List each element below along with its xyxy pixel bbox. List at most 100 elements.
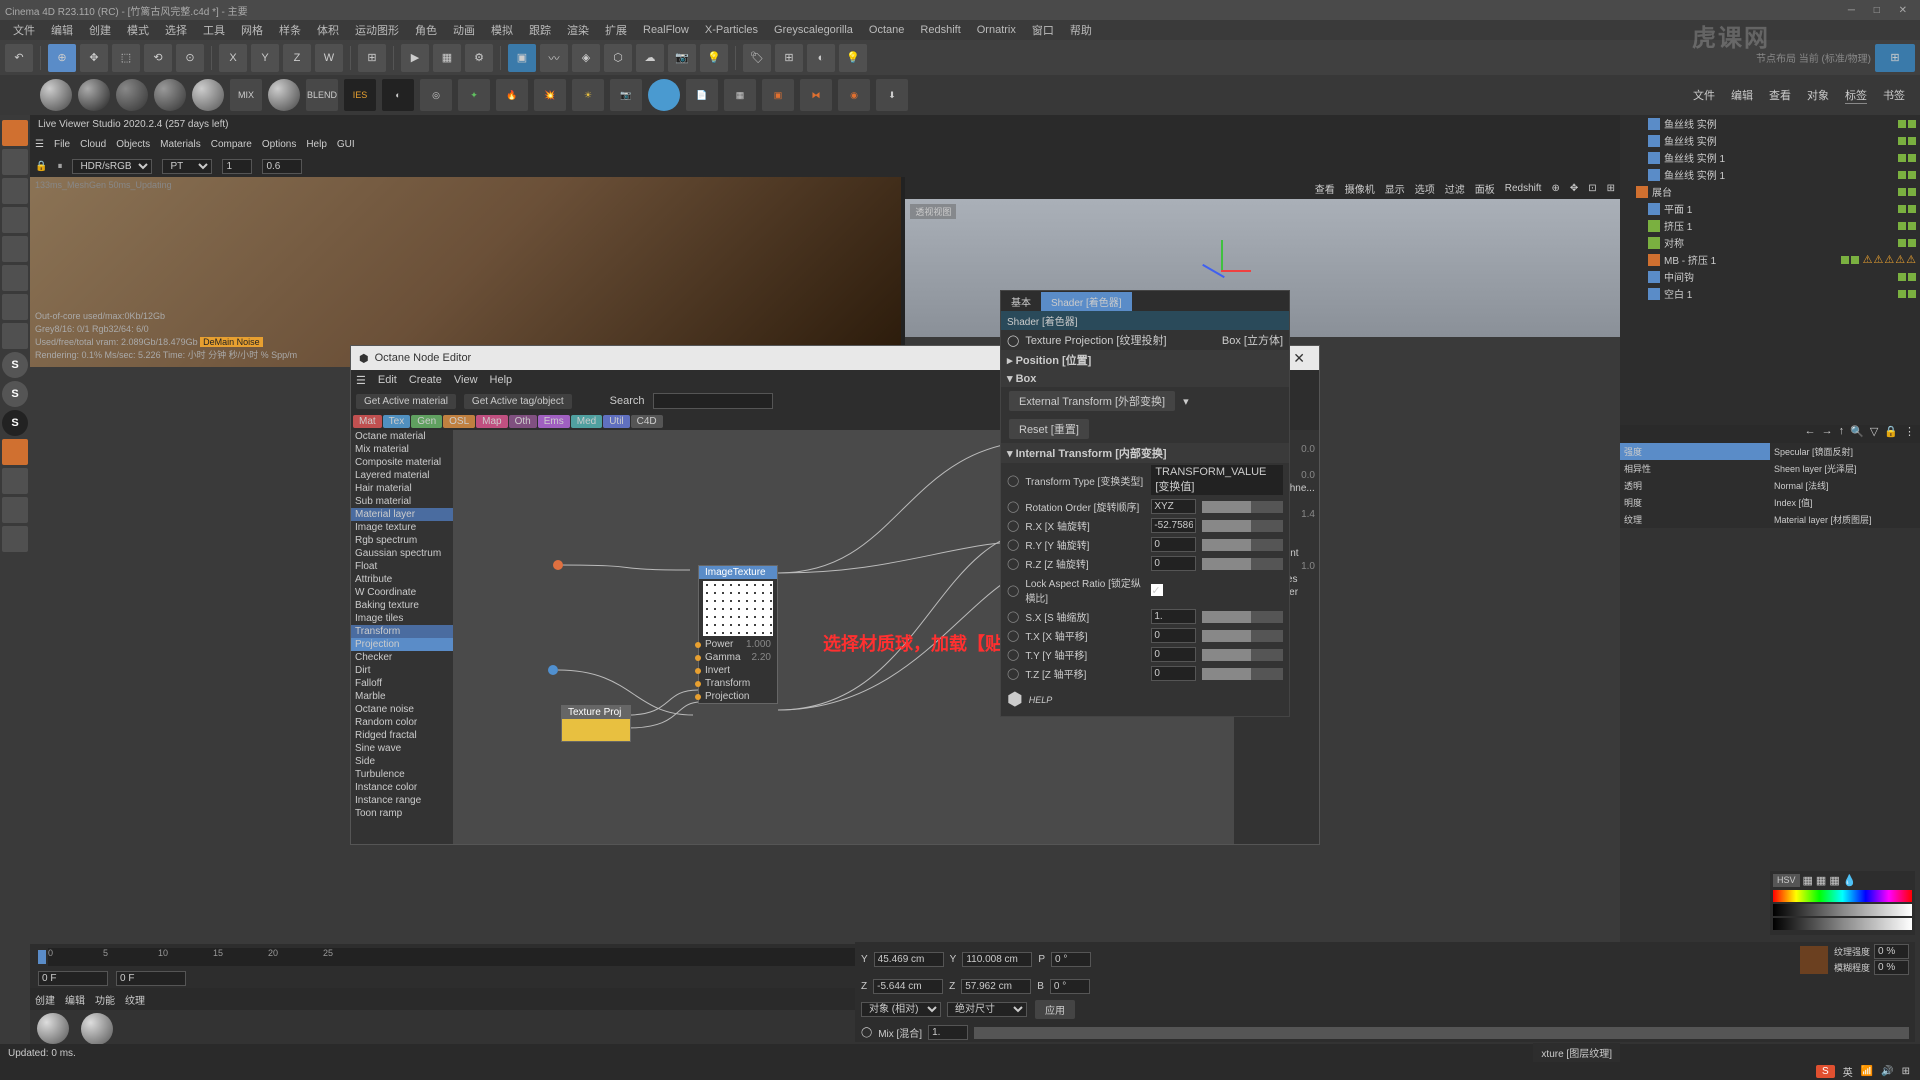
node-port[interactable]: Power1.000 [699, 638, 777, 651]
menu-角色[interactable]: 角色 [415, 22, 437, 38]
node-type-item[interactable]: Turbulence [351, 768, 453, 781]
layout-button[interactable]: ⊞ [1875, 44, 1915, 72]
ne-menu-view[interactable]: View [454, 374, 478, 386]
coord-icon[interactable]: ⊞ [358, 44, 386, 72]
attr-slider[interactable] [1202, 668, 1283, 680]
lang-indicator[interactable]: 英 [1843, 1064, 1853, 1079]
attr-tab[interactable]: 相异性 [1620, 460, 1770, 477]
render-mode-select[interactable]: HDR/sRGB [72, 159, 152, 174]
node-type-item[interactable]: Float [351, 560, 453, 573]
attr-tab[interactable]: 纹理 [1620, 511, 1770, 528]
mix-button[interactable]: MIX [230, 79, 262, 111]
live-menu-options[interactable]: Options [262, 139, 296, 150]
close-icon[interactable]: ✕ [1899, 5, 1907, 16]
obj-mode-select[interactable]: 对象 (相对) [861, 1002, 941, 1017]
s-icon[interactable]: S [2, 381, 28, 407]
tree-item[interactable]: 鱼丝线 实例 [1624, 115, 1916, 132]
coord-b-input[interactable] [1050, 979, 1090, 994]
back-icon[interactable]: ← [1805, 425, 1816, 443]
rotate-tool-icon[interactable]: ⟲ [144, 44, 172, 72]
axis-y-gizmo[interactable] [1221, 240, 1223, 270]
node-type-item[interactable]: Gaussian spectrum [351, 547, 453, 560]
menu-跟踪[interactable]: 跟踪 [529, 22, 551, 38]
tree-item[interactable]: 中间钩 [1624, 268, 1916, 285]
black-icon[interactable]: ◐ [382, 79, 414, 111]
attr-tab[interactable]: Normal [法线] [1770, 477, 1920, 494]
live-menu-gui[interactable]: GUI [337, 139, 355, 150]
viewport-solo-icon[interactable] [2, 468, 28, 494]
menu-工具[interactable]: 工具 [203, 22, 225, 38]
camera-rec-icon[interactable]: 📷 [610, 79, 642, 111]
material-sphere-icon[interactable] [40, 79, 72, 111]
attr-input[interactable] [1151, 609, 1196, 624]
attr-slider[interactable] [1202, 539, 1283, 551]
axis-y-icon[interactable]: Y [251, 44, 279, 72]
position-group[interactable]: ▸ Position [位置] [1001, 350, 1289, 370]
cube-primitive-icon[interactable]: ▣ [508, 44, 536, 72]
ne-menu-create[interactable]: Create [409, 374, 442, 386]
help-label[interactable]: HELP [1029, 695, 1053, 705]
hsv-button[interactable]: HSV [1773, 874, 1800, 887]
size-mode-select[interactable]: 绝对尺寸 [947, 1002, 1027, 1017]
misc-tool-icon[interactable] [2, 497, 28, 523]
node-type-item[interactable]: Transform [351, 625, 453, 638]
pause-icon[interactable]: ⏸ [57, 161, 62, 172]
node-type-item[interactable]: Mix material [351, 443, 453, 456]
last-tool-icon[interactable]: ⊙ [176, 44, 204, 72]
menu-Greyscalegorilla[interactable]: Greyscalegorilla [774, 24, 853, 36]
lock-icon[interactable]: 🔒 [35, 161, 47, 172]
node-type-item[interactable]: Sub material [351, 495, 453, 508]
sphere-blue-icon[interactable] [648, 79, 680, 111]
node-type-item[interactable]: Dirt [351, 664, 453, 677]
ne-tab-osl[interactable]: OSL [443, 415, 475, 428]
node-type-item[interactable]: Sine wave [351, 742, 453, 755]
box-type-value[interactable]: Box [立方体] [1222, 332, 1283, 348]
tree-item[interactable]: 鱼丝线 实例 1 [1624, 166, 1916, 183]
menu-icon[interactable]: ⋮ [1904, 425, 1915, 443]
menu-Ornatrix[interactable]: Ornatrix [977, 24, 1016, 36]
attr-tab[interactable]: Index [值] [1770, 494, 1920, 511]
node-type-item[interactable]: Marble [351, 690, 453, 703]
node-port[interactable]: Projection [699, 690, 777, 703]
menu-模式[interactable]: 模式 [127, 22, 149, 38]
mat-tab[interactable]: 编辑 [65, 992, 85, 1007]
node-type-item[interactable]: Ridged fractal [351, 729, 453, 742]
menu-选择[interactable]: 选择 [165, 22, 187, 38]
view-tab[interactable]: 查看 [1769, 87, 1791, 103]
coord-y-input[interactable] [874, 952, 944, 967]
menu-渲染[interactable]: 渲染 [567, 22, 589, 38]
node-type-item[interactable]: Checker [351, 651, 453, 664]
attr-tab[interactable]: 明度 [1620, 494, 1770, 511]
s-dark-icon[interactable]: S [2, 410, 28, 436]
vp-menu-item[interactable]: 面板 [1475, 181, 1495, 196]
menu-Octane[interactable]: Octane [869, 24, 904, 36]
menu-编辑[interactable]: 编辑 [51, 22, 73, 38]
orange-misc-icon[interactable]: ◉ [838, 79, 870, 111]
axis-w-icon[interactable]: W [315, 44, 343, 72]
attr-slider[interactable] [1202, 630, 1283, 642]
tree-item[interactable]: 平面 1 [1624, 200, 1916, 217]
attr-slider[interactable] [1202, 649, 1283, 661]
menu-Redshift[interactable]: Redshift [920, 24, 960, 36]
attr-tab[interactable]: Specular [镜面反射] [1770, 443, 1920, 460]
coord-y2-input[interactable] [962, 952, 1032, 967]
tray-icon[interactable]: 🔊 [1881, 1066, 1893, 1077]
menu-扩展[interactable]: 扩展 [605, 22, 627, 38]
menu-创建[interactable]: 创建 [89, 22, 111, 38]
axis-x-icon[interactable]: X [219, 44, 247, 72]
mat-tab[interactable]: 创建 [35, 992, 55, 1007]
playhead-icon[interactable] [38, 950, 46, 964]
node-port-dot[interactable] [548, 665, 558, 675]
live-menu-objects[interactable]: Objects [116, 139, 150, 150]
attr-input[interactable] [1151, 666, 1196, 681]
bookmark-tab[interactable]: 书签 [1883, 87, 1905, 103]
material-sphere-icon[interactable] [268, 79, 300, 111]
close-icon[interactable]: ✕ [1293, 350, 1305, 367]
ne-tab-oth[interactable]: Oth [509, 415, 537, 428]
ext-transform-button[interactable]: External Transform [外部变换] [1009, 391, 1175, 411]
swatch-icon[interactable]: ▦ [1803, 874, 1813, 887]
model-input[interactable] [1874, 944, 1909, 959]
fire-icon[interactable]: 🔥 [496, 79, 528, 111]
tray-icon[interactable]: ⊞ [1902, 1066, 1910, 1077]
menu-运动图形[interactable]: 运动图形 [355, 22, 399, 38]
